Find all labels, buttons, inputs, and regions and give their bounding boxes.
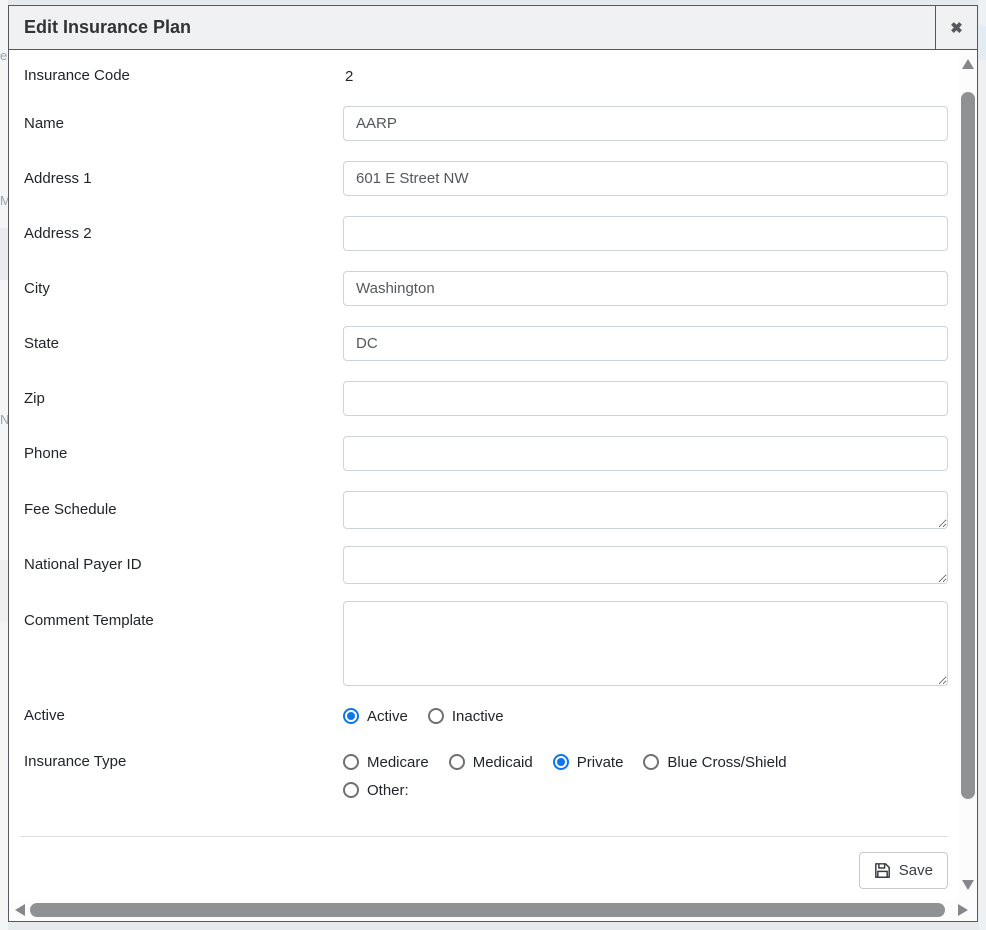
radio-selected-icon[interactable] [553,754,569,770]
form-row-phone: Phone [24,436,977,471]
field-label-city: City [24,279,343,299]
radio-unselected-icon[interactable] [449,754,465,770]
form-row-national-payer-id: National Payer ID [24,546,977,584]
save-button-label: Save [899,862,933,879]
background-page-left-sliver: er Ma N [0,0,8,930]
background-page-right-sliver [979,0,986,930]
save-icon [874,862,891,879]
field-label-active: Active [24,706,343,726]
form-row-insurance-type: Insurance Type Medicare Medicaid Private Blu… [24,752,977,800]
background-band [0,228,8,280]
zip-input[interactable] [343,381,948,416]
radio-unselected-icon[interactable] [343,782,359,798]
horizontal-scrollbar-thumb[interactable] [30,903,945,917]
radio-inactive[interactable]: Inactive [428,708,504,725]
radio-label-medicaid: Medicaid [473,754,533,771]
form-row-fee-schedule: Fee Schedule [24,491,977,529]
address-1-input[interactable] [343,161,948,196]
state-input[interactable] [343,326,948,361]
dialog-title: Edit Insurance Plan [9,17,935,38]
vertical-scrollbar-thumb[interactable] [961,92,975,799]
radio-label-private: Private [577,754,624,771]
national-payer-id-textarea[interactable] [343,546,948,584]
save-button[interactable]: Save [859,852,948,889]
city-input[interactable] [343,271,948,306]
radio-unselected-icon[interactable] [343,754,359,770]
field-label-comment-template: Comment Template [24,601,343,631]
field-label-address-1: Address 1 [24,169,343,189]
radio-medicare[interactable]: Medicare [343,754,429,771]
scroll-up-arrow-icon[interactable] [962,59,974,69]
radio-label-other: Other: [367,782,409,799]
dialog-body: Insurance Code2 Name Address 1 Address 2 Cit… [9,50,977,921]
radio-label-active: Active [367,708,408,725]
background-text-fragment: N [0,412,8,427]
scroll-down-arrow-icon[interactable] [962,880,974,890]
close-button[interactable]: ✖ [935,6,977,50]
horizontal-scrollbar[interactable] [9,900,977,921]
form: Insurance Code2 Name Address 1 Address 2 Cit… [9,50,977,800]
dialog-footer: Save [9,837,977,889]
radio-unselected-icon[interactable] [428,708,444,724]
field-label-national-payer-id: National Payer ID [24,555,343,575]
background-text-fragment: er [0,48,8,63]
background-band [0,560,8,622]
radio-label-blue-cross-shield: Blue Cross/Shield [667,754,786,771]
radio-active[interactable]: Active [343,708,408,725]
form-row-address-1: Address 1 [24,161,977,196]
form-row-comment-template: Comment Template [24,601,977,686]
field-label-address-2: Address 2 [24,224,343,244]
scroll-left-arrow-icon[interactable] [15,904,25,916]
field-label-zip: Zip [24,389,343,409]
close-icon: ✖ [950,19,963,37]
address-2-input[interactable] [343,216,948,251]
radio-label-medicare: Medicare [367,754,429,771]
phone-input[interactable] [343,436,948,471]
radio-other[interactable]: Other: [343,782,409,799]
radio-label-inactive: Inactive [452,708,504,725]
radio-private[interactable]: Private [553,754,624,771]
background-text-fragment: Ma [0,193,8,208]
field-label-phone: Phone [24,444,343,464]
field-label-fee-schedule: Fee Schedule [24,500,343,520]
dialog-header: Edit Insurance Plan ✖ [9,6,977,50]
field-label-state: State [24,334,343,354]
scroll-right-arrow-icon[interactable] [958,904,968,916]
fee-schedule-textarea[interactable] [343,491,948,529]
form-row-state: State [24,326,977,361]
name-input[interactable] [343,106,948,141]
radio-blue-cross-shield[interactable]: Blue Cross/Shield [643,754,786,771]
field-label-name: Name [24,114,343,134]
field-label-insurance-type: Insurance Type [24,752,343,772]
form-row-active: Active Active Inactive [24,706,977,726]
radio-medicaid[interactable]: Medicaid [449,754,533,771]
form-row-insurance-code: Insurance Code2 [24,66,977,86]
form-row-name: Name [24,106,977,141]
background-band [979,26,986,60]
vertical-scrollbar[interactable] [959,50,977,900]
radio-selected-icon[interactable] [343,708,359,724]
insurance-code-value: 2 [343,68,353,85]
radio-unselected-icon[interactable] [643,754,659,770]
comment-template-textarea[interactable] [343,601,948,686]
form-row-zip: Zip [24,381,977,416]
form-row-city: City [24,271,977,306]
edit-insurance-plan-dialog: Edit Insurance Plan ✖ Insurance Code2 Nam… [8,5,978,922]
field-label-insurance-code: Insurance Code [24,66,343,86]
form-row-address-2: Address 2 [24,216,977,251]
